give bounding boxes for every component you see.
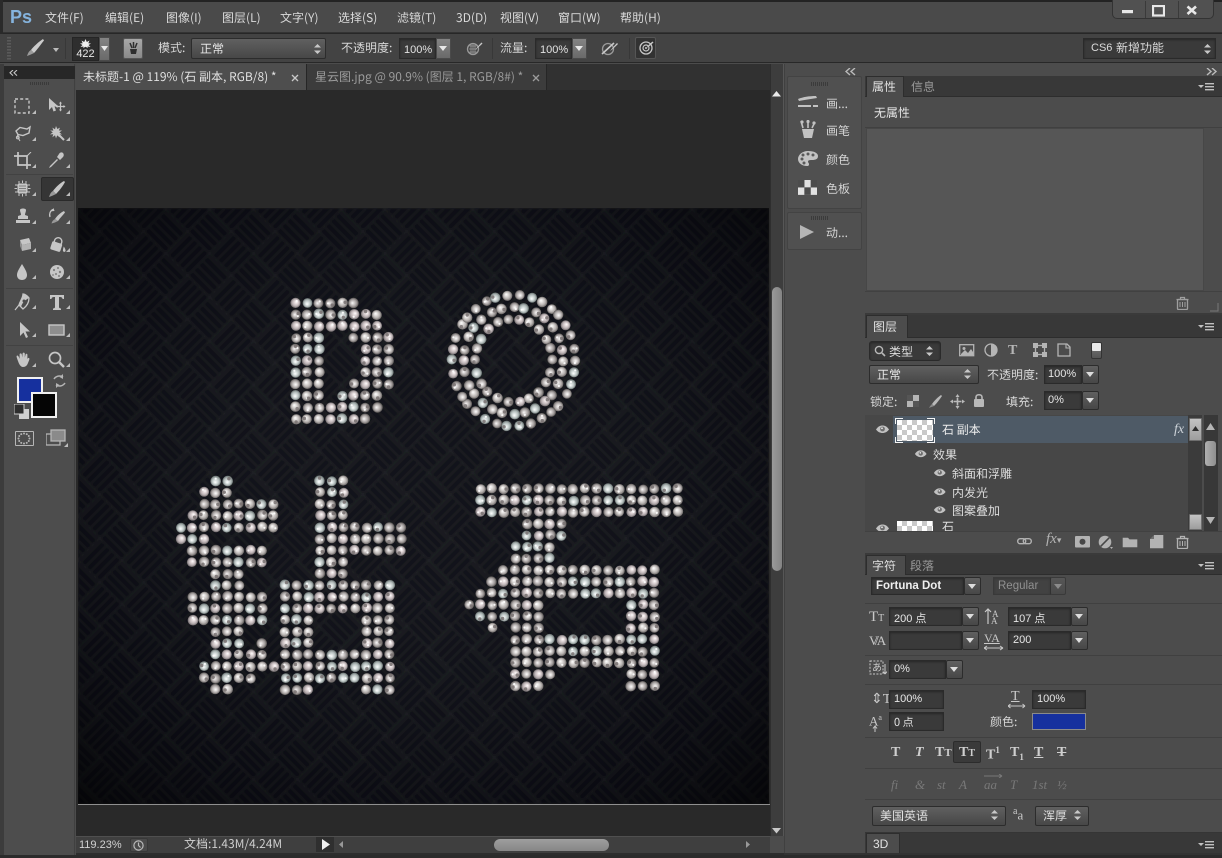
- svg-text:あ: あ: [872, 662, 882, 674]
- svg-text:A: A: [991, 616, 998, 625]
